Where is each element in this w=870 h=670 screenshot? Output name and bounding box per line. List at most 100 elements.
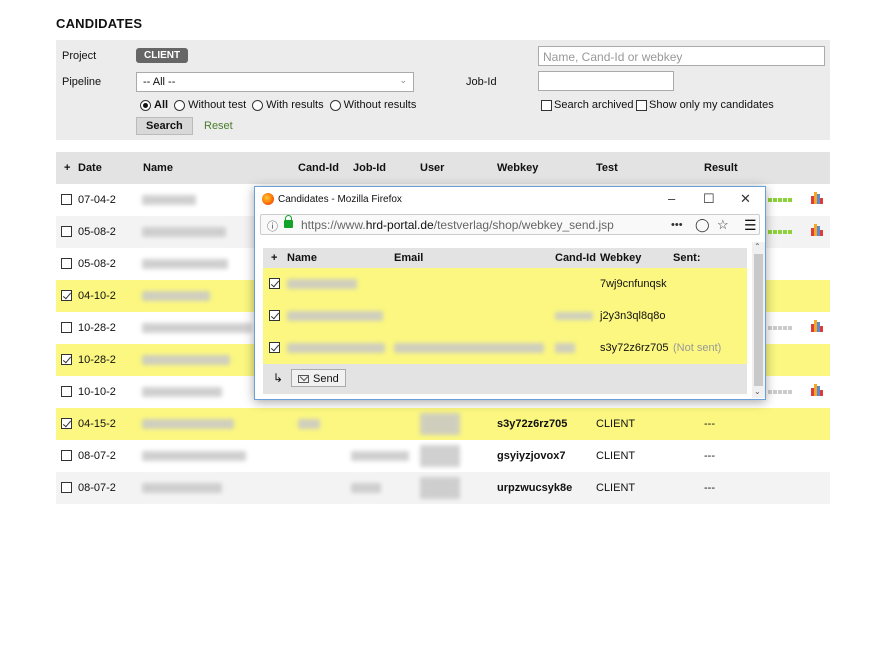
row-date: 05-08-2 <box>78 226 116 238</box>
row-checkbox[interactable] <box>269 310 280 321</box>
row-date: 10-10-2 <box>78 386 116 398</box>
scroll-down-icon[interactable]: ⌄ <box>754 387 761 396</box>
row-webkey: s3y72z6rz705 <box>600 342 669 354</box>
col-date[interactable]: Date <box>78 162 102 174</box>
row-checkbox[interactable] <box>61 226 72 237</box>
popup-window-title: Candidates - Mozilla Firefox <box>278 194 402 205</box>
row-checkbox[interactable] <box>61 482 72 493</box>
bookmark-star-icon[interactable]: ☆ <box>717 217 729 233</box>
row-checkbox[interactable] <box>269 342 280 353</box>
table-row[interactable]: 08-07-2 gsyiyzjovox7 CLIENT --- <box>56 440 830 472</box>
blurred-name <box>142 195 196 205</box>
scroll-thumb[interactable] <box>754 254 763 386</box>
minimize-icon[interactable]: – <box>668 191 675 206</box>
project-badge[interactable]: CLIENT <box>136 48 189 63</box>
table-row[interactable]: 04-15-2 s3y72z6rz705 CLIENT --- <box>56 408 830 440</box>
row-webkey: urpzwucsyk8e <box>497 482 573 494</box>
table-header: + Date Name Cand-Id Job-Id User Webkey T… <box>56 152 830 184</box>
page-title: CANDIDATES <box>56 16 143 31</box>
sort-toggle[interactable]: + <box>64 162 70 174</box>
pocket-icon[interactable]: ◯ <box>695 217 710 233</box>
row-result: --- <box>704 482 715 494</box>
row-webkey: gsyiyzjovox7 <box>497 450 566 462</box>
radio-all[interactable]: All <box>140 99 168 111</box>
blurred-name <box>142 483 222 493</box>
row-checkbox[interactable] <box>61 418 72 429</box>
scroll-up-icon[interactable]: ⌃ <box>754 242 761 251</box>
blurred-email <box>394 343 544 353</box>
row-test: CLIENT <box>596 482 636 494</box>
col-test[interactable]: Test <box>596 162 618 174</box>
row-webkey: 7wj9cnfunqsk <box>600 278 667 290</box>
popup-footer: ↳ Send <box>263 364 747 394</box>
col-result[interactable]: Result <box>704 162 738 174</box>
send-button[interactable]: Send <box>291 369 346 387</box>
popup-row[interactable]: s3y72z6rz705 (Not sent) <box>263 332 747 364</box>
search-archived-checkbox[interactable]: Search archived <box>541 99 634 111</box>
chart-icon[interactable] <box>811 192 823 204</box>
row-result: --- <box>704 418 715 430</box>
radio-without-test[interactable]: Without test <box>174 99 246 111</box>
row-checkbox[interactable] <box>61 194 72 205</box>
col-name[interactable]: Name <box>143 162 173 174</box>
col-sent[interactable]: Sent: <box>673 252 701 264</box>
popup-titlebar[interactable]: Candidates - Mozilla Firefox – ☐ ✕ <box>255 187 765 212</box>
row-date: 08-07-2 <box>78 450 116 462</box>
chart-icon[interactable] <box>811 320 823 332</box>
col-cand-id[interactable]: Cand-Id <box>298 162 339 174</box>
blurred-cand-id <box>555 343 575 353</box>
info-icon[interactable]: ⓘ <box>267 218 278 234</box>
col-cand-id[interactable]: Cand-Id <box>555 252 596 264</box>
row-checkbox[interactable] <box>61 290 72 301</box>
jobid-input[interactable] <box>538 71 674 91</box>
col-user[interactable]: User <box>420 162 444 174</box>
lock-icon[interactable] <box>284 215 293 228</box>
row-checkbox[interactable] <box>61 450 72 461</box>
chart-icon[interactable] <box>811 384 823 396</box>
reset-link[interactable]: Reset <box>204 120 233 132</box>
radio-without-results[interactable]: Without results <box>329 99 416 111</box>
search-button[interactable]: Search <box>136 117 193 135</box>
blurred-name <box>142 291 210 301</box>
chart-icon[interactable] <box>811 224 823 236</box>
popup-row[interactable]: j2y3n3ql8q8o <box>263 300 747 332</box>
col-name[interactable]: Name <box>287 252 317 264</box>
filter-panel: Project CLIENT Pipeline -- All -- ⌄ Job-… <box>56 40 830 140</box>
hamburger-menu-icon[interactable]: ☰ <box>744 217 757 234</box>
blurred-name <box>142 259 228 269</box>
col-webkey[interactable]: Webkey <box>497 162 538 174</box>
url-bar[interactable]: ⓘ https://www.hrd-portal.de/testverlag/s… <box>260 214 760 235</box>
maximize-icon[interactable]: ☐ <box>703 191 715 207</box>
row-checkbox[interactable] <box>61 354 72 365</box>
table-row[interactable]: 08-07-2 urpzwucsyk8e CLIENT --- <box>56 472 830 504</box>
firefox-logo-icon <box>262 193 274 205</box>
row-checkbox[interactable] <box>61 386 72 397</box>
blurred-cand-id <box>298 419 320 429</box>
blurred-name <box>287 343 385 353</box>
popup-row[interactable]: 7wj9cnfunqsk <box>263 268 747 300</box>
row-checkbox[interactable] <box>61 322 72 333</box>
col-webkey[interactable]: Webkey <box>600 252 641 264</box>
envelope-icon <box>298 374 309 383</box>
pipeline-select[interactable]: -- All -- ⌄ <box>136 72 414 92</box>
col-job-id[interactable]: Job-Id <box>353 162 386 174</box>
row-checkbox[interactable] <box>269 278 280 289</box>
url-text[interactable]: https://www.hrd-portal.de/testverlag/sho… <box>301 218 614 232</box>
show-only-mine-checkbox[interactable]: Show only my candidates <box>636 99 774 111</box>
result-progress <box>768 326 792 330</box>
blurred-name <box>142 323 252 333</box>
row-test: CLIENT <box>596 418 636 430</box>
project-label: Project <box>62 50 97 62</box>
sort-toggle[interactable]: + <box>271 252 277 264</box>
blurred-name <box>287 311 383 321</box>
chevron-down-icon: ⌄ <box>399 75 407 85</box>
close-icon[interactable]: ✕ <box>740 191 751 207</box>
popup-scrollbar[interactable]: ⌃ ⌄ <box>752 242 765 398</box>
search-input[interactable]: Name, Cand-Id or webkey <box>538 46 825 66</box>
more-actions-icon[interactable]: ••• <box>671 219 683 231</box>
blurred-job-id <box>351 483 381 493</box>
result-progress <box>768 198 792 202</box>
radio-with-results[interactable]: With results <box>252 99 324 111</box>
row-checkbox[interactable] <box>61 258 72 269</box>
col-email[interactable]: Email <box>394 252 423 264</box>
